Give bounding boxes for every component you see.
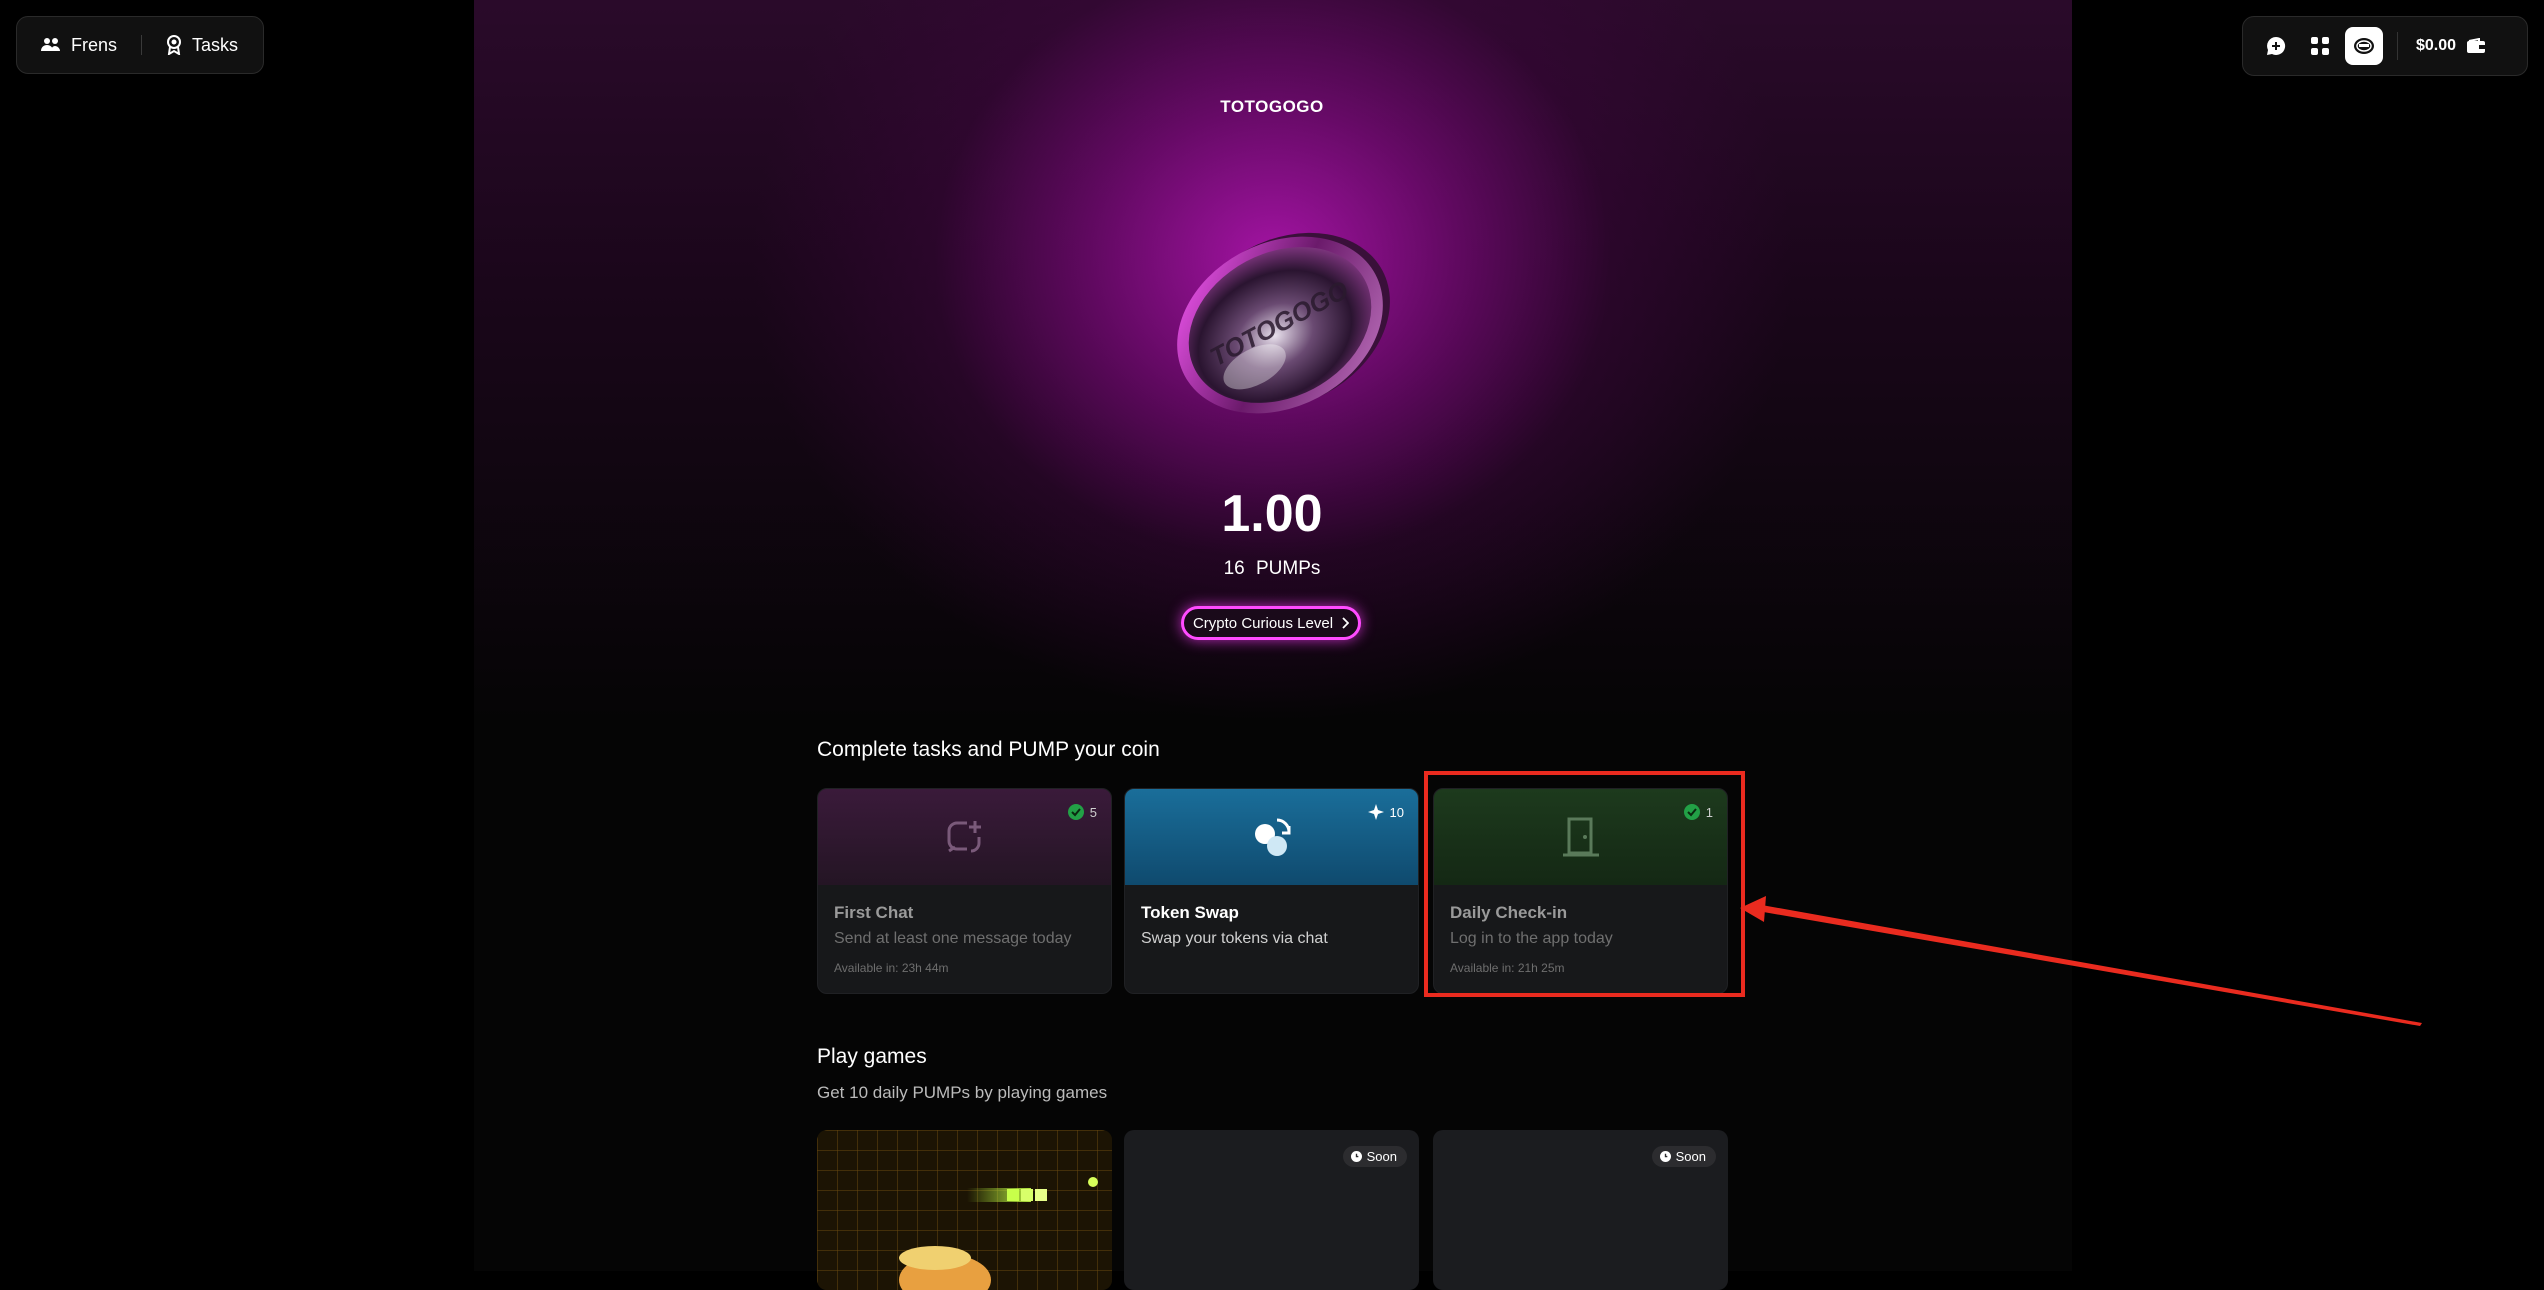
balance-amount: $0.00 (2416, 37, 2457, 54)
check-circle-icon (1067, 804, 1084, 820)
games-section-title: Play games (817, 1045, 927, 1068)
pointer-arrow (1740, 896, 2422, 1026)
toolbar-divider (2397, 32, 2398, 60)
apps-button[interactable] (2301, 27, 2339, 65)
sparkle-icon (1367, 804, 1384, 820)
award-icon (166, 35, 182, 55)
level-label: Crypto Curious Level (1192, 614, 1334, 632)
chat-icon (2265, 35, 2287, 57)
top-nav: Frens Tasks (16, 16, 264, 74)
swap-icon (1247, 812, 1297, 862)
chat-button[interactable] (2257, 27, 2295, 65)
task-card-desc: Swap your tokens via chat (1141, 930, 1328, 947)
people-icon (41, 37, 61, 53)
chevron-right-icon (1341, 617, 1350, 629)
soon-label: Soon (1675, 1149, 1706, 1164)
soon-label: Soon (1366, 1149, 1397, 1164)
games-section-subtitle: Get 10 daily PUMPs by playing games (817, 1083, 1108, 1102)
coin-image: TOTOGOGO (1160, 200, 1400, 450)
task-reward-value: 10 (1389, 804, 1404, 820)
coin-icon (2352, 36, 2376, 56)
pumps-number: 16 (1223, 558, 1245, 579)
task-card-desc: Log in to the app today (1450, 930, 1613, 947)
frens-label: Frens (71, 34, 118, 55)
coin-value: 1.00 (1221, 485, 1323, 543)
chat-plus-icon (945, 817, 985, 857)
task-card-desc: Send at least one message today (834, 930, 1072, 947)
top-toolbar: $0.00 (2242, 16, 2528, 76)
clock-icon (1659, 1151, 1671, 1162)
game-card-snake[interactable] (817, 1130, 1112, 1290)
wallet-icon (2466, 38, 2486, 54)
check-circle-icon (1683, 804, 1700, 820)
nav-divider (141, 35, 143, 55)
task-reward-badge: 5 (1067, 804, 1097, 820)
task-card-header: 10 (1125, 789, 1418, 885)
tasks-section-title: Complete tasks and PUMP your coin (817, 738, 1160, 761)
coin-name: TOTOGOGO (1220, 97, 1324, 116)
grid-icon (2310, 36, 2330, 56)
task-card-availability: Available in: 21h 25m (1450, 961, 1565, 975)
task-card-header: 5 (818, 789, 1111, 885)
task-reward-badge: 10 (1367, 804, 1404, 820)
game-card-soon-1[interactable]: Soon (1124, 1130, 1419, 1290)
task-reward-value: 1 (1705, 804, 1713, 820)
soon-badge: Soon (1651, 1146, 1716, 1167)
task-reward-badge: 1 (1683, 804, 1713, 820)
soon-badge: Soon (1342, 1146, 1407, 1167)
tasks-button[interactable]: Tasks (160, 35, 244, 56)
clock-icon (1350, 1151, 1362, 1162)
task-reward-value: 5 (1089, 804, 1097, 820)
coin-button[interactable] (2345, 27, 2383, 65)
door-icon (1561, 815, 1601, 859)
level-button[interactable]: Crypto Curious Level (1181, 606, 1361, 640)
task-card-title: First Chat (834, 903, 914, 922)
frens-button[interactable]: Frens (35, 35, 123, 56)
task-card-title: Token Swap (1141, 903, 1239, 922)
snake-game-preview (817, 1130, 1112, 1290)
task-card-first-chat[interactable]: 5 First Chat Send at least one message t… (817, 788, 1112, 994)
task-card-token-swap[interactable]: 10 Token Swap Swap your tokens via chat (1124, 788, 1419, 994)
pumps-unit: PUMPs (1256, 558, 1321, 579)
task-card-header: 1 (1434, 789, 1727, 885)
task-card-availability: Available in: 23h 44m (834, 961, 949, 975)
game-card-soon-2[interactable]: Soon (1433, 1130, 1728, 1290)
task-card-daily-check-in[interactable]: 1 Daily Check-in Log in to the app today… (1433, 788, 1728, 994)
pumps-count: 16 PUMPs (0, 558, 2544, 580)
tasks-label: Tasks (192, 34, 239, 55)
wallet-balance[interactable]: $0.00 (2416, 37, 2486, 55)
task-card-title: Daily Check-in (1450, 903, 1568, 922)
